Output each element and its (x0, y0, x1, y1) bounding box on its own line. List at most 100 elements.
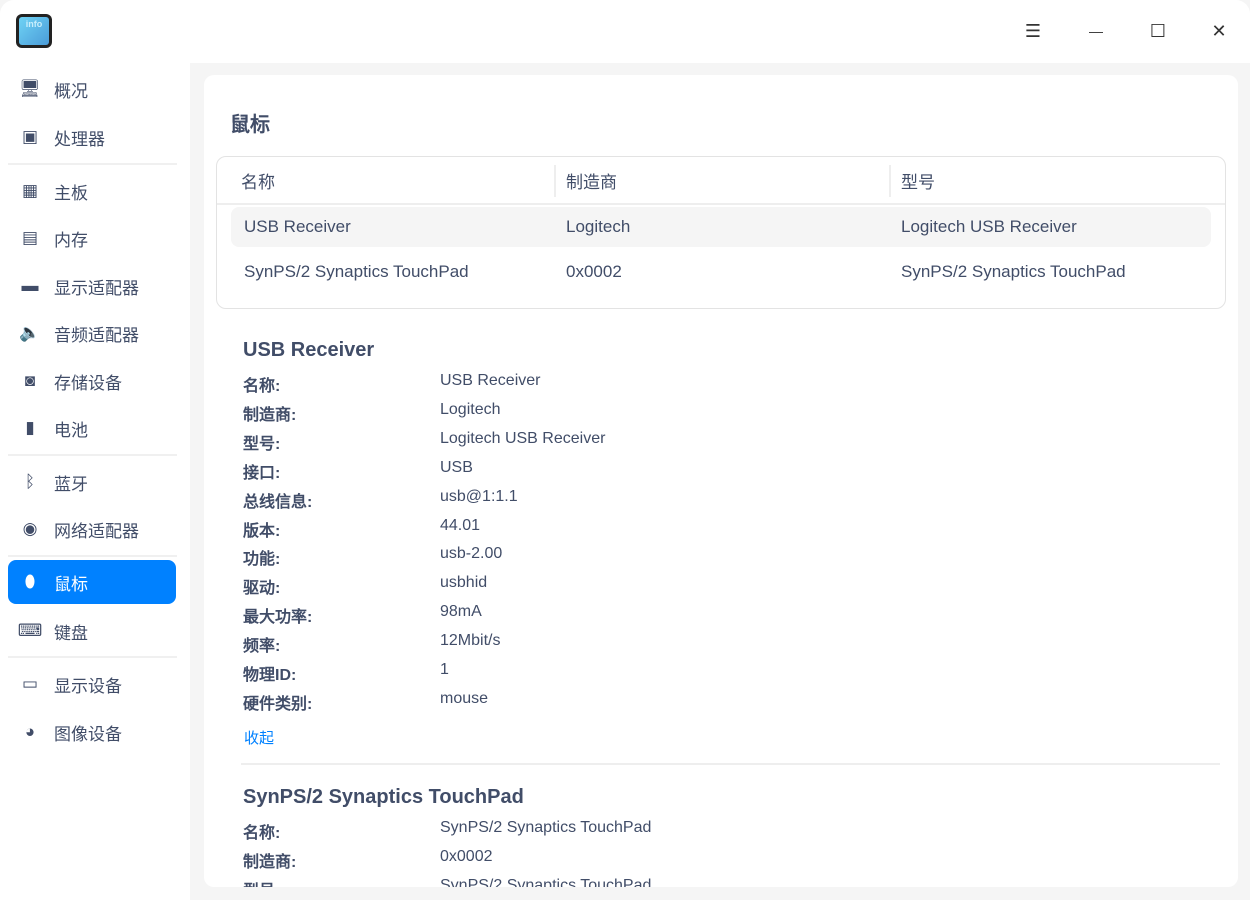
sidebar-item-label: 图像设备 (54, 724, 122, 744)
field-label: 制造商: (243, 853, 297, 871)
field-value: SynPS/2 Synaptics TouchPad (440, 876, 652, 887)
cell-model: SynPS/2 Synaptics TouchPad (901, 262, 1126, 281)
field-value: 44.01 (440, 516, 481, 534)
sidebar-item-label: 内存 (54, 230, 88, 250)
cell-name: USB Receiver (244, 217, 351, 236)
field-label: 接口: (243, 464, 281, 482)
collapse-link[interactable]: 收起 (244, 727, 274, 748)
gpu-icon: ▬ (21, 276, 39, 295)
monitor-icon: ▭ (21, 674, 39, 693)
field-label: 总线信息: (243, 493, 313, 511)
sidebar-divider (8, 454, 177, 456)
header-divider (217, 203, 1225, 205)
table-row[interactable]: SynPS/2 Synaptics TouchPad 0x0002 SynPS/… (231, 252, 1211, 292)
device-info-app-icon: info (16, 14, 52, 48)
sidebar-item-label: 鼠标 (54, 574, 88, 594)
title-bar: info ☰ — ☐ ✕ (0, 0, 1250, 63)
field-value: 0x0002 (440, 847, 493, 865)
sidebar-item-label: 显示设备 (54, 676, 122, 696)
sidebar-item-label: 处理器 (54, 129, 105, 149)
cell-model: Logitech USB Receiver (901, 217, 1077, 236)
table-row[interactable]: USB Receiver Logitech Logitech USB Recei… (231, 207, 1211, 247)
memory-icon: ▤ (21, 228, 39, 247)
field-label: 名称: (243, 825, 281, 842)
sidebar-item-label: 概况 (54, 81, 88, 101)
sidebar-item[interactable]: ◕ 图像设备 (8, 710, 176, 754)
field-value: Logitech USB Receiver (440, 429, 606, 447)
field-label: 硬件类别: (243, 695, 313, 713)
sidebar-item[interactable]: 🖥 概况 (8, 67, 176, 111)
field-label: 物理ID: (243, 667, 297, 684)
sidebar-item-label: 键盘 (54, 623, 88, 643)
page-title: 鼠标 (230, 114, 270, 136)
sidebar-item[interactable]: ▦ 主板 (8, 169, 176, 213)
keyboard-icon: ⌨ (17, 621, 43, 640)
sidebar-item-label: 蓝牙 (54, 474, 88, 494)
sidebar-item[interactable]: ⌨ 键盘 (8, 609, 176, 653)
mouse-icon: ⬮ (24, 572, 36, 591)
sidebar-item[interactable]: ◉ 网络适配器 (8, 507, 176, 551)
sidebar: 🖥 概况 ▣ 处理器 ▦ 主板 ▤ 内存 ▬ 显示适配器 🔈 音频适配器 ◙ 存储设备 ▮ 电池 ᛒ 蓝牙 ◉ 网络适… (0, 63, 190, 900)
field-label: 型号: (243, 877, 280, 887)
sidebar-item[interactable]: ◙ 存储设备 (8, 359, 176, 403)
column-header-vendor[interactable]: 制造商 (566, 157, 617, 203)
field-label: 版本: (243, 522, 281, 540)
column-header-name[interactable]: 名称 (241, 157, 275, 203)
sidebar-item-label: 网络适配器 (54, 521, 139, 541)
field-label: 名称: (243, 378, 281, 395)
sidebar-item[interactable]: 🔈 音频适配器 (8, 311, 176, 355)
sidebar-item[interactable]: ▬ 显示适配器 (8, 264, 176, 308)
minimize-button[interactable]: — (1081, 16, 1111, 46)
battery-icon: ▮ (25, 418, 35, 437)
field-label: 最大功率: (243, 609, 313, 627)
camera-icon: ◕ (24, 722, 36, 741)
column-header-model[interactable]: 型号 (901, 157, 935, 203)
field-value: SynPS/2 Synaptics TouchPad (440, 819, 652, 836)
storage-icon: ◙ (24, 371, 36, 390)
sidebar-item[interactable]: ▮ 电池 (8, 406, 176, 450)
computer-icon: 🖥 (19, 79, 41, 98)
field-value: usb@1:1.1 (440, 487, 518, 505)
device-section-title: SynPS/2 Synaptics TouchPad (243, 786, 524, 808)
field-value: usbhid (440, 574, 488, 592)
column-divider[interactable] (554, 165, 556, 197)
field-label: 功能: (243, 551, 281, 569)
field-value: mouse (440, 689, 489, 707)
field-value: 98mA (440, 603, 482, 621)
cell-vendor: Logitech (566, 217, 631, 236)
field-label: 频率: (243, 638, 281, 656)
field-label: 型号: (243, 435, 281, 453)
sidebar-item-label: 电池 (54, 420, 88, 440)
column-divider[interactable] (889, 165, 891, 197)
speaker-icon: 🔈 (19, 323, 41, 342)
cell-vendor: 0x0002 (566, 262, 622, 281)
motherboard-icon: ▦ (21, 181, 39, 200)
sidebar-divider (8, 656, 177, 658)
sidebar-item[interactable]: ᛒ 蓝牙 (8, 460, 176, 504)
field-value: usb-2.00 (440, 545, 503, 563)
device-table: 名称 制造商 型号 USB Receiver Logitech Logitech… (216, 156, 1226, 309)
sidebar-item[interactable]: ▭ 显示设备 (8, 662, 176, 706)
field-label: 制造商: (243, 406, 297, 424)
maximize-button[interactable]: ☐ (1143, 16, 1173, 46)
field-value: USB (440, 458, 473, 476)
device-section-title: USB Receiver (243, 339, 375, 361)
cpu-icon: ▣ (21, 127, 39, 146)
field-value: USB Receiver (440, 372, 541, 389)
field-value: 12Mbit/s (440, 632, 501, 650)
close-button[interactable]: ✕ (1204, 16, 1234, 46)
sidebar-item-label: 显示适配器 (54, 278, 139, 298)
sidebar-item[interactable]: ⬮ 鼠标 (8, 560, 176, 604)
sidebar-item-label: 存储设备 (54, 373, 122, 393)
sidebar-divider (8, 555, 177, 557)
sidebar-divider (8, 163, 177, 165)
sidebar-item[interactable]: ▤ 内存 (8, 216, 176, 260)
content-panel: 鼠标 名称 制造商 型号 USB Receiver Logitech Logit… (204, 75, 1238, 887)
field-label: 驱动: (243, 580, 281, 598)
sidebar-item-label: 主板 (54, 183, 88, 203)
menu-button[interactable]: ☰ (1018, 16, 1048, 46)
sidebar-item[interactable]: ▣ 处理器 (8, 115, 176, 159)
cell-name: SynPS/2 Synaptics TouchPad (244, 262, 469, 281)
bluetooth-icon: ᛒ (24, 472, 36, 491)
section-divider (241, 763, 1220, 765)
